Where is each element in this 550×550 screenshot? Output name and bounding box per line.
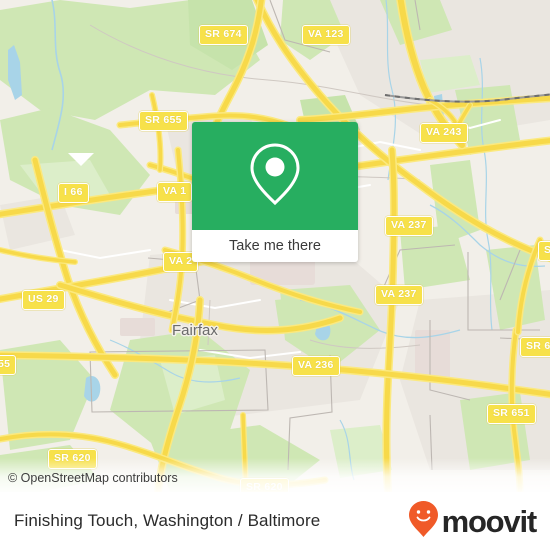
footer-bar: Finishing Touch, Washington / Baltimore …	[0, 492, 550, 550]
road-shield: VA 123	[302, 25, 350, 45]
road-shield: US 29	[22, 290, 65, 310]
road-shield: VA 243	[420, 123, 468, 143]
road-shield: SR 674	[199, 25, 248, 45]
road-shield: S	[538, 241, 550, 261]
take-me-there-button[interactable]: Take me there	[192, 230, 358, 262]
take-me-there-label: Take me there	[229, 237, 321, 254]
moovit-smiley-pin-icon	[408, 500, 439, 543]
popup-pointer-tail	[68, 153, 94, 166]
road-shield: SR 655	[139, 111, 188, 131]
road-shield: VA 237	[375, 285, 423, 305]
road-shield: VA 236	[292, 356, 340, 376]
road-shield: 55	[0, 355, 17, 375]
road-shield: SR 620	[240, 478, 289, 492]
location-popup-card[interactable]: Take me there	[192, 122, 358, 262]
road-shield: VA 237	[385, 216, 433, 236]
page-title: Finishing Touch, Washington / Baltimore	[14, 511, 321, 530]
osm-attribution[interactable]: © OpenStreetMap contributors	[8, 471, 178, 485]
road-shield: VA 1	[157, 182, 193, 202]
road-shield: I 66	[58, 183, 89, 203]
road-shield: SR 69	[520, 337, 550, 357]
moovit-wordmark: moovit	[441, 503, 538, 539]
map-pin-icon	[249, 141, 301, 212]
moovit-logo[interactable]: moovit	[408, 500, 538, 543]
road-shield: SR 651	[487, 404, 536, 424]
road-shield: SR 620	[48, 449, 97, 469]
popup-icon-area	[192, 122, 358, 230]
map-place-label: Fairfax	[172, 322, 218, 339]
map-screenshot: .park{fill:#cfe7b4;} .parkl{fill:#dceec9…	[0, 0, 550, 550]
